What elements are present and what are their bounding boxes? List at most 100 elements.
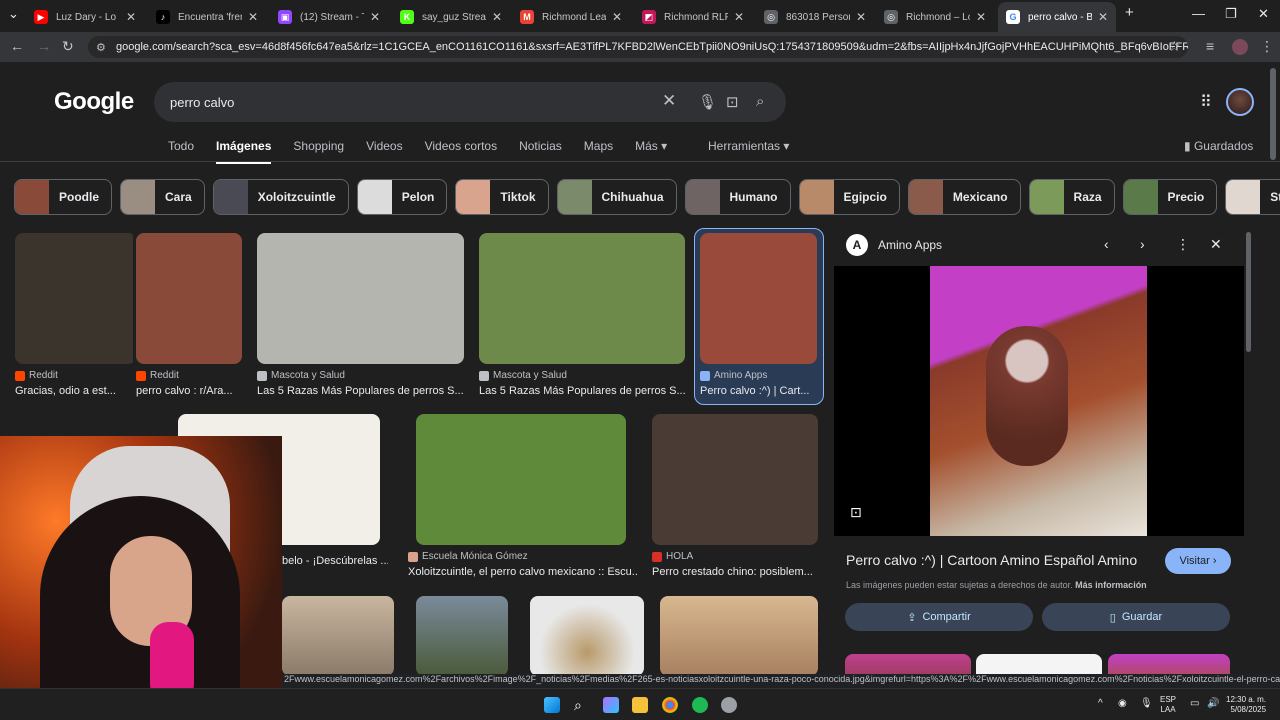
restore-icon[interactable]: ❐ — [1225, 6, 1237, 22]
panel-source[interactable]: Amino Apps — [878, 238, 942, 252]
result-source[interactable]: Mascota y Salud — [479, 370, 699, 381]
browser-tab[interactable]: ♪ Encuentra 'frente ✕ — [148, 4, 266, 30]
result-title[interactable]: Perro calvo :^) | Cart... — [700, 385, 817, 397]
reload-icon[interactable]: ↻ — [62, 38, 74, 55]
result-source[interactable]: HOLA — [652, 551, 818, 562]
related-chip[interactable]: Tiktok — [455, 179, 549, 215]
settings-icon[interactable] — [721, 697, 737, 713]
result-title[interactable]: Las 5 Razas Más Populares de perros S... — [479, 385, 699, 397]
related-chip[interactable]: Egipcio — [798, 179, 900, 215]
related-chip[interactable]: Raza — [1028, 179, 1115, 215]
result-image[interactable] — [416, 596, 508, 676]
save-button[interactable]: ▯ Guardar — [1042, 603, 1230, 631]
network-icon[interactable]: ◉ — [1118, 699, 1127, 709]
result-card[interactable]: Mascota y Salud Las 5 Razas Más Populares… — [479, 233, 699, 397]
previous-icon[interactable]: ‹ — [1104, 236, 1109, 252]
show-hidden-icons[interactable]: ^ — [1098, 699, 1103, 709]
account-avatar[interactable] — [1226, 88, 1254, 116]
tools-button[interactable]: Herramientas ▾ — [708, 139, 789, 153]
close-tab-icon[interactable]: ✕ — [492, 10, 502, 24]
display-icon[interactable]: ▭ — [1190, 699, 1199, 709]
browser-tab[interactable]: ◎ 863018 Personal ✕ — [756, 4, 874, 30]
file-explorer-icon[interactable] — [632, 697, 648, 713]
google-logo[interactable]: Google — [54, 88, 134, 116]
visit-button[interactable]: Visitar › — [1165, 548, 1231, 574]
related-chip[interactable]: Sticker — [1225, 179, 1280, 215]
search-icon[interactable]: ⌕ — [756, 93, 764, 110]
more-info-link[interactable]: Más información — [1075, 580, 1147, 590]
browser-tab[interactable]: M Richmond Learnin ✕ — [512, 4, 630, 30]
result-source[interactable]: Escuela Mónica Gómez — [408, 551, 638, 562]
search-box[interactable]: perro calvo ✕ 🎙 ⊡ ⌕ — [154, 82, 786, 122]
browser-tab[interactable]: Ksay_guz Stream - ✕ — [392, 4, 510, 30]
browser-tab[interactable]: ◎ Richmond – Login ✕ — [876, 4, 994, 30]
result-image[interactable] — [660, 596, 818, 676]
tab-search-icon[interactable]: ⌄ — [8, 6, 19, 22]
result-card[interactable]: HOLA Perro crestado chino: posiblem... — [652, 414, 818, 578]
profile-avatar[interactable] — [1232, 39, 1248, 55]
close-tab-icon[interactable]: ✕ — [370, 10, 380, 24]
browser-tab[interactable]: ◩ Richmond RLP ✕ — [634, 4, 752, 30]
close-tab-icon[interactable]: ✕ — [1098, 10, 1108, 24]
more-options-icon[interactable]: ⋮ — [1176, 236, 1190, 253]
close-tab-icon[interactable]: ✕ — [248, 10, 258, 24]
result-title[interactable]: Xoloitzcuintle, el perro calvo mexicano … — [408, 566, 638, 578]
result-image[interactable] — [416, 414, 626, 545]
close-tab-icon[interactable]: ✕ — [734, 10, 744, 24]
volume-icon[interactable]: 🔊 — [1207, 699, 1219, 709]
forward-icon[interactable]: → — [37, 38, 51, 54]
result-image[interactable] — [700, 233, 817, 364]
result-title[interactable]: Gracias, odio a est... — [15, 385, 133, 397]
browser-tab[interactable]: ▶ Luz Dary - Lo ✕ — [26, 4, 144, 30]
result-image[interactable] — [530, 596, 644, 676]
close-tab-icon[interactable]: ✕ — [856, 10, 866, 24]
search-icon[interactable]: ⌕ — [574, 697, 590, 713]
next-icon[interactable]: › — [1140, 236, 1145, 252]
result-source[interactable]: Amino Apps — [700, 370, 817, 381]
result-card[interactable]: Mascota y Salud Las 5 Razas Más Populares… — [257, 233, 477, 397]
bookmark-star-icon[interactable]: ☆ — [1168, 38, 1181, 55]
url-bar[interactable]: ⚙ google.com/search?sca_esv=46d8f456fc64… — [88, 36, 1188, 58]
close-tab-icon[interactable]: ✕ — [976, 10, 986, 24]
result-card[interactable]: Reddit perro calvo : r/Ara... — [136, 233, 254, 397]
search-input[interactable]: perro calvo — [170, 95, 234, 110]
microphone-icon[interactable]: 🎙 — [698, 93, 717, 111]
result-card[interactable]: Amino Apps Perro calvo :^) | Cart... — [700, 233, 817, 397]
result-image[interactable] — [15, 233, 133, 364]
result-image[interactable] — [282, 596, 394, 676]
result-card[interactable]: Reddit Gracias, odio a est... — [15, 233, 133, 397]
saved-button[interactable]: ▮ Guardados — [1184, 139, 1253, 153]
result-image[interactable] — [136, 233, 242, 364]
related-chip[interactable]: Precio — [1122, 179, 1218, 215]
language-indicator[interactable]: ESP LAA — [1160, 695, 1176, 715]
close-tab-icon[interactable]: ✕ — [612, 10, 622, 24]
media-control-icon[interactable]: ≡ — [1206, 38, 1214, 54]
result-image[interactable] — [257, 233, 464, 364]
lens-icon[interactable]: ⊡ — [726, 93, 739, 111]
mic-tray-icon[interactable]: 🎙 — [1140, 699, 1153, 709]
close-tab-icon[interactable]: ✕ — [126, 10, 136, 24]
related-chip[interactable]: Pelon — [356, 179, 448, 215]
spotify-icon[interactable] — [692, 697, 708, 713]
related-chip[interactable]: Cara — [120, 179, 205, 215]
result-image[interactable] — [479, 233, 685, 364]
panel-scrollbar[interactable] — [1246, 232, 1251, 352]
result-source[interactable]: Reddit — [136, 370, 254, 381]
copilot-icon[interactable] — [603, 697, 619, 713]
back-icon[interactable]: ← — [10, 38, 24, 54]
preview-title[interactable]: Perro calvo :^) | Cartoon Amino Español … — [846, 552, 1137, 568]
browser-menu-icon[interactable]: ⋮ — [1260, 38, 1274, 55]
close-panel-icon[interactable]: ✕ — [1210, 236, 1222, 253]
result-title[interactable]: Perro crestado chino: posiblem... — [652, 566, 818, 578]
result-card[interactable]: Escuela Mónica Gómez Xoloitzcuintle, el p… — [408, 414, 638, 578]
related-chip[interactable]: Xoloitzcuintle — [212, 179, 349, 215]
share-button[interactable]: ⇪ Compartir — [845, 603, 1033, 631]
result-source[interactable]: Mascota y Salud — [257, 370, 477, 381]
result-title[interactable]: perro calvo : r/Ara... — [136, 385, 254, 397]
result-image[interactable] — [652, 414, 818, 545]
windows-start-icon[interactable] — [544, 697, 560, 713]
close-window-icon[interactable]: ✕ — [1258, 6, 1269, 22]
clear-search-icon[interactable]: ✕ — [662, 91, 676, 111]
browser-tab[interactable]: ▣ (12) Stream - Twit ✕ — [270, 4, 388, 30]
result-source[interactable]: Reddit — [15, 370, 133, 381]
